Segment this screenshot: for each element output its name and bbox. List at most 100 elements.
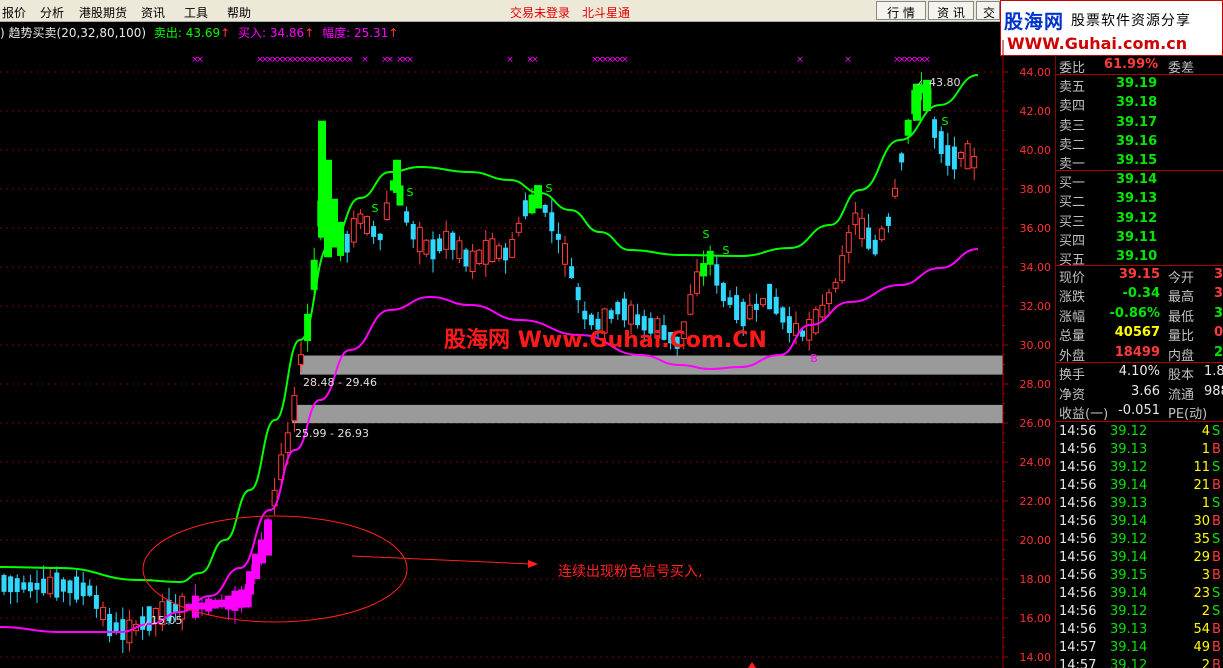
menu-hk-futures[interactable]: 港股期货 bbox=[79, 4, 127, 21]
sell-signal-marker: S bbox=[372, 202, 379, 215]
candle-body bbox=[430, 239, 436, 260]
stat-value: 40567 bbox=[1114, 325, 1160, 341]
signal-x-mark: × bbox=[506, 55, 514, 65]
axis-tick-label: 18.00 bbox=[1020, 573, 1052, 586]
tick-time: 14:56 bbox=[1059, 550, 1097, 565]
stat-row: 外盘 18499 内盘 22 bbox=[1056, 344, 1223, 364]
candle-body bbox=[694, 271, 700, 294]
tick-row: 14:56 39.12 4 S bbox=[1056, 423, 1223, 442]
ask-row: 卖二 39.16 bbox=[1056, 133, 1223, 153]
candle-body bbox=[780, 307, 786, 323]
sell-signal-marker: S bbox=[703, 228, 710, 241]
axis-tick-label: 20.00 bbox=[1020, 534, 1052, 547]
stat-value: 39 bbox=[1214, 267, 1223, 282]
broker-name[interactable]: 北斗星通 bbox=[582, 4, 630, 21]
candle-body bbox=[503, 247, 509, 261]
zone-upper bbox=[300, 355, 1003, 375]
signal-x-mark: × bbox=[531, 55, 539, 65]
low-label: 15.05 bbox=[151, 614, 183, 627]
tick-volume: 2 bbox=[1201, 604, 1210, 619]
candle-body bbox=[60, 579, 66, 592]
price-zones bbox=[292, 355, 1003, 424]
tick-price: 39.12 bbox=[1110, 604, 1148, 619]
tick-price: 39.13 bbox=[1110, 496, 1148, 511]
tick-time: 14:56 bbox=[1059, 568, 1097, 583]
menu-tools[interactable]: 工具 bbox=[184, 4, 208, 21]
tick-row: 14:56 39.12 35 S bbox=[1056, 531, 1223, 550]
tick-volume: 3 bbox=[1201, 568, 1210, 583]
candle-body bbox=[904, 119, 912, 136]
candle-body bbox=[218, 599, 226, 608]
zone-label-lower: 25.99 - 26.93 bbox=[295, 427, 369, 440]
candle-body bbox=[224, 595, 232, 610]
candle-body bbox=[806, 318, 813, 341]
axis-tick-label: 32.00 bbox=[1020, 300, 1052, 313]
menu-quote[interactable]: 报价 bbox=[2, 4, 26, 21]
tick-side: S bbox=[1212, 496, 1221, 511]
signal-x-mark: × bbox=[386, 55, 394, 65]
candle-body bbox=[773, 296, 779, 314]
tick-price: 39.12 bbox=[1110, 460, 1148, 475]
bid-price: 39.11 bbox=[1116, 229, 1158, 245]
candle-body bbox=[74, 576, 80, 600]
signal-x-mark: × bbox=[196, 55, 204, 65]
ask-price: 39.18 bbox=[1116, 95, 1158, 111]
stat2-row: 收益(一) -0.051 PE(动) bbox=[1056, 402, 1223, 422]
candle-body bbox=[80, 582, 86, 597]
stat-value: -0.86% bbox=[1109, 305, 1161, 321]
ask-price: 39.15 bbox=[1116, 153, 1158, 169]
sell-line-value: 卖出: 43.69 bbox=[153, 26, 221, 40]
tick-price: 39.15 bbox=[1110, 568, 1148, 583]
candle-body bbox=[826, 292, 832, 305]
menu-help[interactable]: 帮助 bbox=[227, 4, 251, 21]
buy-line bbox=[0, 248, 979, 634]
candle-body bbox=[845, 232, 852, 253]
candle-body bbox=[734, 295, 740, 321]
candle-body bbox=[582, 310, 588, 320]
candle-body bbox=[47, 576, 54, 595]
tab-quotes[interactable]: 行 情 bbox=[876, 1, 926, 20]
candle-body bbox=[852, 212, 859, 226]
stat-label: 现价 bbox=[1059, 271, 1086, 286]
tick-row: 14:56 39.14 23 S bbox=[1056, 585, 1223, 604]
tab-news[interactable]: 资 讯 bbox=[928, 1, 974, 20]
signal-x-mark: × bbox=[346, 55, 354, 65]
candle-body bbox=[608, 310, 614, 319]
ask-label: 卖三 bbox=[1059, 118, 1086, 134]
tick-row: 14:56 39.12 2 S bbox=[1056, 603, 1223, 622]
tick-time: 14:56 bbox=[1059, 460, 1097, 475]
ask-price: 39.16 bbox=[1116, 133, 1158, 149]
candle-body bbox=[714, 264, 720, 286]
menu-news[interactable]: 资讯 bbox=[141, 4, 165, 21]
tick-row: 14:56 39.13 54 B bbox=[1056, 621, 1223, 640]
candle-body bbox=[350, 218, 357, 243]
tab-trade[interactable]: 交 bbox=[976, 1, 1000, 20]
candle-body bbox=[456, 240, 463, 260]
candle-body bbox=[832, 281, 839, 289]
ask-row: 卖三 39.17 bbox=[1056, 114, 1223, 134]
stat-label: 总量 bbox=[1059, 329, 1086, 345]
price-chart[interactable]: ×× ××××××××××××××××××× × ×× ××× × ×× ××××××× × × ×… bbox=[0, 40, 1055, 668]
signal-x-mark: × bbox=[844, 55, 852, 65]
indicator-name[interactable]: 趋势买卖(20,32,80,100) bbox=[9, 26, 147, 40]
candle-body bbox=[463, 249, 469, 267]
bid-price: 39.12 bbox=[1116, 210, 1158, 226]
candle-body bbox=[1, 575, 7, 592]
tick-side: S bbox=[1212, 604, 1221, 619]
axis-tick-label: 14.00 bbox=[1020, 651, 1052, 664]
stat-label: 涨跌 bbox=[1059, 290, 1086, 306]
menu-analysis[interactable]: 分析 bbox=[40, 4, 64, 21]
candle-body bbox=[872, 239, 878, 255]
tick-side: B bbox=[1212, 550, 1221, 565]
candle-body bbox=[767, 283, 773, 310]
tick-volume: 21 bbox=[1193, 478, 1210, 493]
tick-time: 14:56 bbox=[1059, 478, 1097, 493]
candle-body bbox=[231, 590, 239, 611]
login-status[interactable]: 交易未登录 bbox=[510, 4, 570, 21]
stat-value: 0 bbox=[1214, 325, 1223, 341]
caret-icon bbox=[748, 662, 756, 668]
annotation-text: 连续出现粉色信号买入, bbox=[558, 564, 703, 580]
tick-volume: 30 bbox=[1193, 514, 1210, 529]
stat-label: PE(动) bbox=[1168, 407, 1208, 422]
tick-price: 39.12 bbox=[1110, 532, 1148, 547]
